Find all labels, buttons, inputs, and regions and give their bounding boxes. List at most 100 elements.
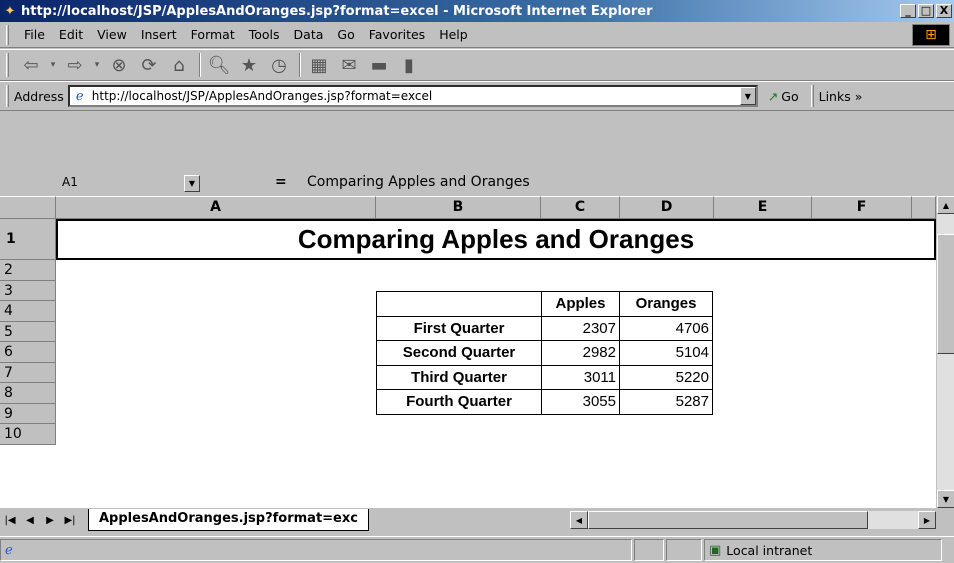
apples-cell[interactable]: 3055	[541, 389, 620, 415]
status-zone-pane: ▣ Local intranet	[704, 539, 942, 561]
address-input[interactable]: ℯ http://localhost/JSP/ApplesAndOranges.…	[67, 85, 758, 107]
close-button[interactable]: X	[936, 4, 952, 18]
sheet-tab-active[interactable]: ApplesAndOranges.jsp?format=exc	[88, 509, 369, 531]
select-all-corner[interactable]	[0, 196, 56, 219]
menu-format[interactable]: Format	[184, 27, 242, 42]
page-status-icon: ℯ	[5, 542, 13, 558]
address-dropdown-icon[interactable]: ▼	[739, 87, 756, 105]
menu-file[interactable]: File	[17, 27, 52, 42]
column-header-c[interactable]: C	[541, 196, 620, 219]
spreadsheet-grid[interactable]: A B C D E F 1 2 3 4 5 6 7 8 9 10 Compari…	[0, 196, 954, 508]
address-url[interactable]: http://localhost/JSP/ApplesAndOranges.js…	[92, 89, 740, 103]
menu-insert[interactable]: Insert	[134, 27, 184, 42]
maximize-button[interactable]: □	[918, 4, 934, 18]
status-security-pane	[666, 539, 702, 561]
scroll-right-icon[interactable]: ▶	[918, 511, 936, 529]
quarter-label-cell[interactable]: Third Quarter	[376, 364, 542, 390]
vertical-scrollbar[interactable]: ▲ ▼	[936, 196, 954, 508]
formula-content[interactable]: Comparing Apples and Oranges	[307, 174, 530, 190]
edit-icon[interactable]: ▮	[395, 52, 423, 78]
toolbar-grip[interactable]	[6, 53, 9, 77]
row-header-9[interactable]: 9	[0, 403, 56, 424]
oranges-cell[interactable]: 4706	[619, 315, 713, 341]
menu-go[interactable]: Go	[330, 27, 361, 42]
oranges-cell[interactable]: 5220	[619, 364, 713, 390]
row-header-7[interactable]: 7	[0, 362, 56, 383]
quarter-label-cell[interactable]: Second Quarter	[376, 340, 542, 366]
history-icon[interactable]: ◷	[265, 52, 293, 78]
menu-data[interactable]: Data	[287, 27, 331, 42]
sheet-cells[interactable]: Comparing Apples and Oranges Apples Oran…	[56, 219, 936, 508]
back-icon[interactable]: ⇦	[17, 52, 45, 78]
table-header-oranges[interactable]: Oranges	[619, 291, 713, 317]
horizontal-scroll-thumb[interactable]	[588, 511, 868, 529]
scroll-up-icon[interactable]: ▲	[937, 196, 954, 214]
row-header-2[interactable]: 2	[0, 260, 56, 281]
links-button[interactable]: Links »	[819, 89, 863, 104]
minimize-button[interactable]: _	[900, 4, 916, 18]
go-button[interactable]: ↗ Go	[768, 89, 799, 104]
ie-app-icon[interactable]: ✦	[2, 3, 18, 19]
back-dropdown-icon[interactable]: ▾	[47, 52, 59, 78]
name-box-dropdown-icon[interactable]: ▼	[184, 175, 200, 192]
menu-help[interactable]: Help	[432, 27, 475, 42]
row-header-6[interactable]: 6	[0, 342, 56, 363]
formula-equals[interactable]: =	[275, 174, 287, 190]
last-sheet-icon[interactable]: ▶|	[60, 511, 80, 529]
home-icon[interactable]: ⌂	[165, 52, 193, 78]
column-header-e[interactable]: E	[714, 196, 812, 219]
favorites-icon[interactable]: ★	[235, 52, 263, 78]
search-icon[interactable]: 🔍︎	[205, 52, 233, 78]
row-header-1[interactable]: 1	[0, 219, 56, 260]
forward-dropdown-icon[interactable]: ▾	[91, 52, 103, 78]
apples-cell[interactable]: 2982	[541, 340, 620, 366]
quarter-label-cell[interactable]: Fourth Quarter	[376, 389, 542, 415]
table-header-apples[interactable]: Apples	[541, 291, 620, 317]
menu-tools[interactable]: Tools	[242, 27, 287, 42]
scroll-left-icon[interactable]: ◀	[570, 511, 588, 529]
row-header-8[interactable]: 8	[0, 383, 56, 404]
apples-cell[interactable]: 3011	[541, 364, 620, 390]
oranges-cell[interactable]: 5287	[619, 389, 713, 415]
stop-icon[interactable]: ⊗	[105, 52, 133, 78]
scroll-down-icon[interactable]: ▼	[937, 490, 954, 508]
table-header-empty[interactable]	[376, 291, 542, 317]
column-header-f[interactable]: F	[812, 196, 912, 219]
menu-view[interactable]: View	[90, 27, 134, 42]
first-sheet-icon[interactable]: |◀	[0, 511, 20, 529]
row-header-3[interactable]: 3	[0, 280, 56, 301]
address-grip[interactable]	[6, 85, 9, 107]
horizontal-scrollbar[interactable]: ◀ ▶	[570, 511, 936, 529]
column-header-b[interactable]: B	[376, 196, 541, 219]
windows-logo-icon: ⊞	[912, 23, 950, 46]
row-header-5[interactable]: 5	[0, 321, 56, 342]
apples-cell[interactable]: 2307	[541, 315, 620, 341]
menu-favorites[interactable]: Favorites	[362, 27, 432, 42]
links-grip[interactable]	[810, 85, 814, 107]
quarter-label-cell[interactable]: First Quarter	[376, 315, 542, 341]
menubar-grip[interactable]	[6, 24, 9, 45]
vertical-scroll-thumb[interactable]	[937, 234, 954, 354]
sheet-title-cell[interactable]: Comparing Apples and Oranges	[56, 219, 936, 260]
prev-sheet-icon[interactable]: ◀	[20, 511, 40, 529]
mail-icon[interactable]: ✉	[335, 52, 363, 78]
print-icon[interactable]: ▬	[365, 52, 393, 78]
next-sheet-icon[interactable]: ▶	[40, 511, 60, 529]
column-header-g[interactable]	[912, 196, 936, 219]
row-header-4[interactable]: 4	[0, 301, 56, 322]
oranges-cell[interactable]: 5104	[619, 340, 713, 366]
column-header-d[interactable]: D	[620, 196, 714, 219]
data-table: Apples Oranges First Quarter 2307 4706 S…	[376, 291, 713, 415]
address-label: Address	[14, 88, 64, 104]
row-header-10[interactable]: 10	[0, 424, 56, 445]
status-progress-pane	[634, 539, 664, 561]
column-header-a[interactable]: A	[56, 196, 376, 219]
forward-icon[interactable]: ⇨	[61, 52, 89, 78]
menu-edit[interactable]: Edit	[52, 27, 90, 42]
channels-icon[interactable]: ▦	[305, 52, 333, 78]
refresh-icon[interactable]: ⟳	[135, 52, 163, 78]
window-title-bar[interactable]: ✦ http://localhost/JSP/ApplesAndOranges.…	[0, 0, 954, 22]
name-box[interactable]: A1	[62, 175, 78, 189]
formula-bar: A1 ▼ = Comparing Apples and Oranges	[0, 172, 954, 196]
go-arrow-icon: ↗	[767, 88, 779, 104]
